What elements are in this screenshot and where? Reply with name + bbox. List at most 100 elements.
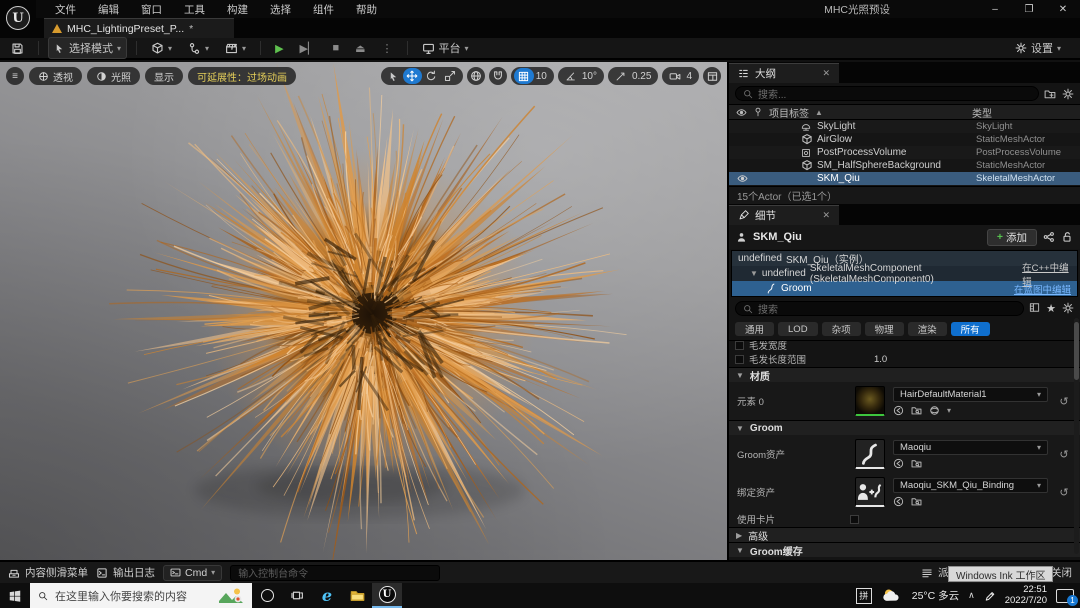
gear-icon[interactable] [1062, 302, 1074, 315]
cortana-icon[interactable] [252, 583, 282, 608]
scalability-warning-pill[interactable]: 可延展性：过场动画 [188, 67, 296, 85]
menu-1[interactable]: 编辑 [87, 2, 130, 17]
view-mode-dropdown[interactable]: 光照 [87, 67, 140, 85]
override-checkbox[interactable] [735, 341, 744, 350]
filter-chip-杂项[interactable]: 杂项 [822, 322, 861, 336]
minimize-button[interactable]: – [978, 0, 1012, 18]
angle-snap-value[interactable]: 10° [580, 71, 601, 82]
select-mode-dropdown[interactable]: 选择模式 ▾ [48, 37, 127, 59]
unreal-engine-taskbar-icon[interactable]: U [372, 583, 402, 608]
menu-5[interactable]: 选择 [259, 2, 302, 17]
frame-skip-button[interactable]: ▶▏ [295, 40, 322, 57]
console-command-input[interactable]: 输入控制台命令 [230, 565, 440, 581]
start-button[interactable] [0, 583, 30, 608]
section-groom[interactable]: ▼ Groom [729, 420, 1080, 435]
use-cards-checkbox[interactable] [850, 515, 859, 524]
task-view-icon[interactable] [282, 583, 312, 608]
details-tab[interactable]: 细节✕ [729, 205, 839, 225]
output-log-button[interactable]: 输出日志 [96, 565, 155, 580]
section-groom-cache[interactable]: ▼ Groom缓存 [729, 542, 1080, 557]
news-weather-icon[interactable] [218, 587, 244, 605]
maximize-button[interactable]: ❐ [1012, 0, 1046, 18]
camera-speed-control[interactable]: 4 [662, 67, 699, 85]
filter-chip-通用[interactable]: 通用 [735, 322, 774, 336]
menu-6[interactable]: 组件 [302, 2, 345, 17]
filter-chip-物理[interactable]: 物理 [865, 322, 904, 336]
groom-asset-select[interactable]: Maoqiu▾ [893, 440, 1048, 455]
material-select[interactable]: HairDefaultMaterial1▾ [893, 387, 1048, 402]
browse-icon[interactable] [893, 496, 904, 507]
outliner-row-SKM_Qiu[interactable]: SKM_Qiu SkeletalMeshActor [729, 172, 1080, 185]
menu-0[interactable]: 文件 [44, 2, 87, 17]
grid-snap-control[interactable]: 10 [511, 67, 554, 85]
select-tool-button[interactable] [384, 68, 403, 84]
blueprints-button[interactable]: ▾ [183, 40, 214, 57]
lock-icon[interactable] [1061, 231, 1073, 243]
camera-speed-value[interactable]: 4 [684, 71, 696, 82]
scale-tool-button[interactable] [441, 68, 460, 84]
unreal-logo-icon[interactable]: U [0, 0, 36, 36]
reset-icon[interactable]: ↺ [1056, 486, 1072, 499]
folder-icon[interactable] [911, 496, 922, 507]
outliner-row-SkyLight[interactable]: SkyLight SkyLight [729, 120, 1080, 133]
material-sphere-icon[interactable] [929, 405, 940, 416]
scale-snap-control[interactable]: 0.25 [608, 67, 658, 85]
move-tool-button[interactable] [403, 68, 422, 84]
reset-icon[interactable]: ↺ [1056, 448, 1072, 461]
display-options-icon[interactable] [1029, 302, 1040, 315]
content-drawer-button[interactable]: 内容侧滑菜单 [8, 565, 88, 580]
surface-snapping-button[interactable] [489, 67, 507, 85]
gear-icon[interactable] [1062, 88, 1074, 100]
browse-icon[interactable] [893, 405, 904, 416]
outliner-tab[interactable]: 大纲✕ [729, 63, 839, 83]
menu-4[interactable]: 构建 [216, 2, 259, 17]
binding-asset-thumbnail[interactable] [855, 477, 885, 507]
console-mode-dropdown[interactable]: Cmd▾ [163, 565, 222, 581]
cinematics-button[interactable]: ▾ [220, 40, 251, 57]
taskbar-search-input[interactable]: 在这里输入你要搜索的内容 [30, 583, 252, 608]
windows-ink-pen-icon[interactable] [984, 590, 996, 602]
notification-center-icon[interactable]: 1 [1056, 589, 1074, 603]
outliner-search-input[interactable]: 搜索... [735, 86, 1039, 101]
filter-chip-所有[interactable]: 所有 [951, 322, 990, 336]
folder-plus-icon[interactable] [1044, 88, 1056, 100]
reset-icon[interactable]: ↺ [1056, 395, 1072, 408]
internet-explorer-icon[interactable]: e [312, 583, 342, 608]
weather-text[interactable]: 25°C 多云 [912, 588, 959, 603]
material-thumbnail[interactable] [855, 386, 885, 416]
outliner-row-AirGlow[interactable]: AirGlow StaticMeshActor [729, 133, 1080, 146]
filter-chip-LOD[interactable]: LOD [778, 322, 818, 336]
show-dropdown[interactable]: 显示 [145, 67, 183, 85]
settings-dropdown[interactable]: 设置▾ [1010, 38, 1066, 58]
section-materials[interactable]: ▼ 材质 [729, 367, 1080, 382]
property-row-0[interactable]: 毛发宽度 [729, 340, 1080, 352]
menu-7[interactable]: 帮助 [345, 2, 388, 17]
details-scrollbar[interactable] [1074, 318, 1079, 554]
property-row-1[interactable]: 毛发长度范围 1.0 [729, 352, 1080, 366]
menu-3[interactable]: 工具 [173, 2, 216, 17]
favorites-star-icon[interactable]: ★ [1046, 302, 1056, 315]
pin-icon[interactable] [753, 107, 763, 117]
eye-icon[interactable] [729, 173, 755, 184]
item-label-column-header[interactable]: 项目标签 [769, 105, 809, 120]
details-search-input[interactable]: 搜索 [735, 301, 1024, 316]
tray-expand-chevron[interactable]: ∧ [968, 590, 975, 601]
ime-indicator[interactable]: 拼 [856, 588, 872, 604]
play-options-button[interactable]: ⋮ [377, 40, 398, 57]
browse-icon[interactable] [893, 458, 904, 469]
folder-icon[interactable] [911, 405, 922, 416]
folder-icon[interactable] [911, 458, 922, 469]
perspective-dropdown[interactable]: 透视 [29, 67, 82, 85]
binding-asset-select[interactable]: Maoqiu_SKM_Qiu_Binding▾ [893, 478, 1048, 493]
outliner-row-SM_HalfSphereBackground[interactable]: SM_HalfSphereBackground StaticMeshActor [729, 159, 1080, 172]
add-component-button[interactable]: +添加 [987, 229, 1037, 246]
close-icon[interactable]: ✕ [822, 210, 830, 221]
add-actor-button[interactable]: ▾ [146, 40, 177, 57]
platforms-dropdown[interactable]: 平台▾ [417, 38, 474, 58]
close-icon[interactable]: ✕ [822, 68, 830, 79]
override-checkbox[interactable] [735, 355, 744, 364]
edit-link[interactable]: 在蓝图中编辑 [1014, 282, 1071, 296]
viewport-menu-icon[interactable]: ≡ [6, 67, 24, 85]
grid-snap-value[interactable]: 10 [534, 71, 551, 82]
rotate-tool-button[interactable] [422, 68, 441, 84]
